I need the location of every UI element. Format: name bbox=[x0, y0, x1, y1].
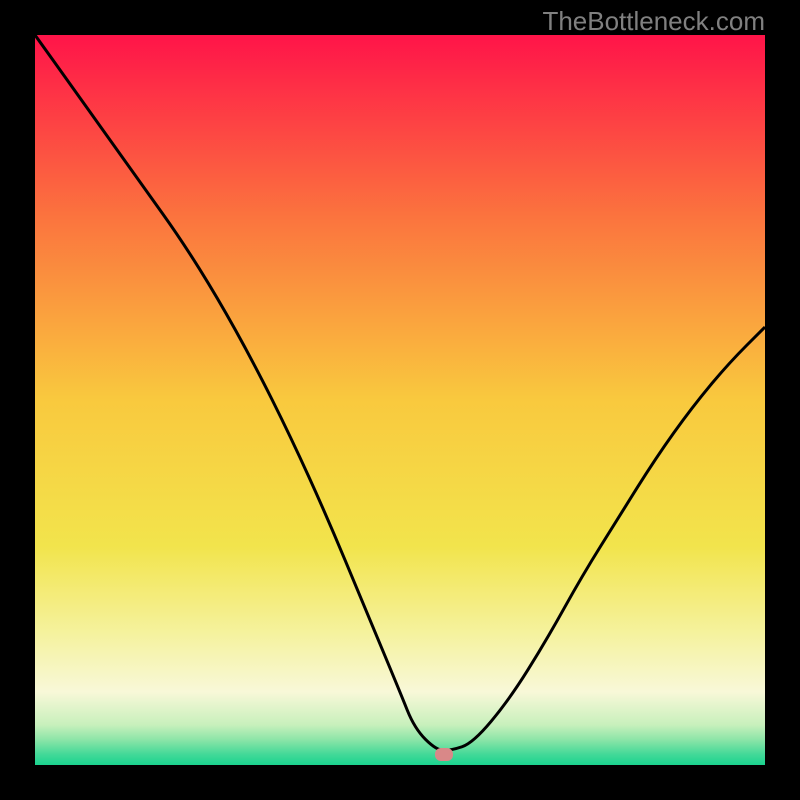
watermark-text: TheBottleneck.com bbox=[542, 6, 765, 37]
plot-area bbox=[35, 35, 765, 765]
chart-container: TheBottleneck.com bbox=[0, 0, 800, 800]
curve-line bbox=[35, 35, 765, 765]
bottleneck-marker bbox=[435, 748, 453, 761]
